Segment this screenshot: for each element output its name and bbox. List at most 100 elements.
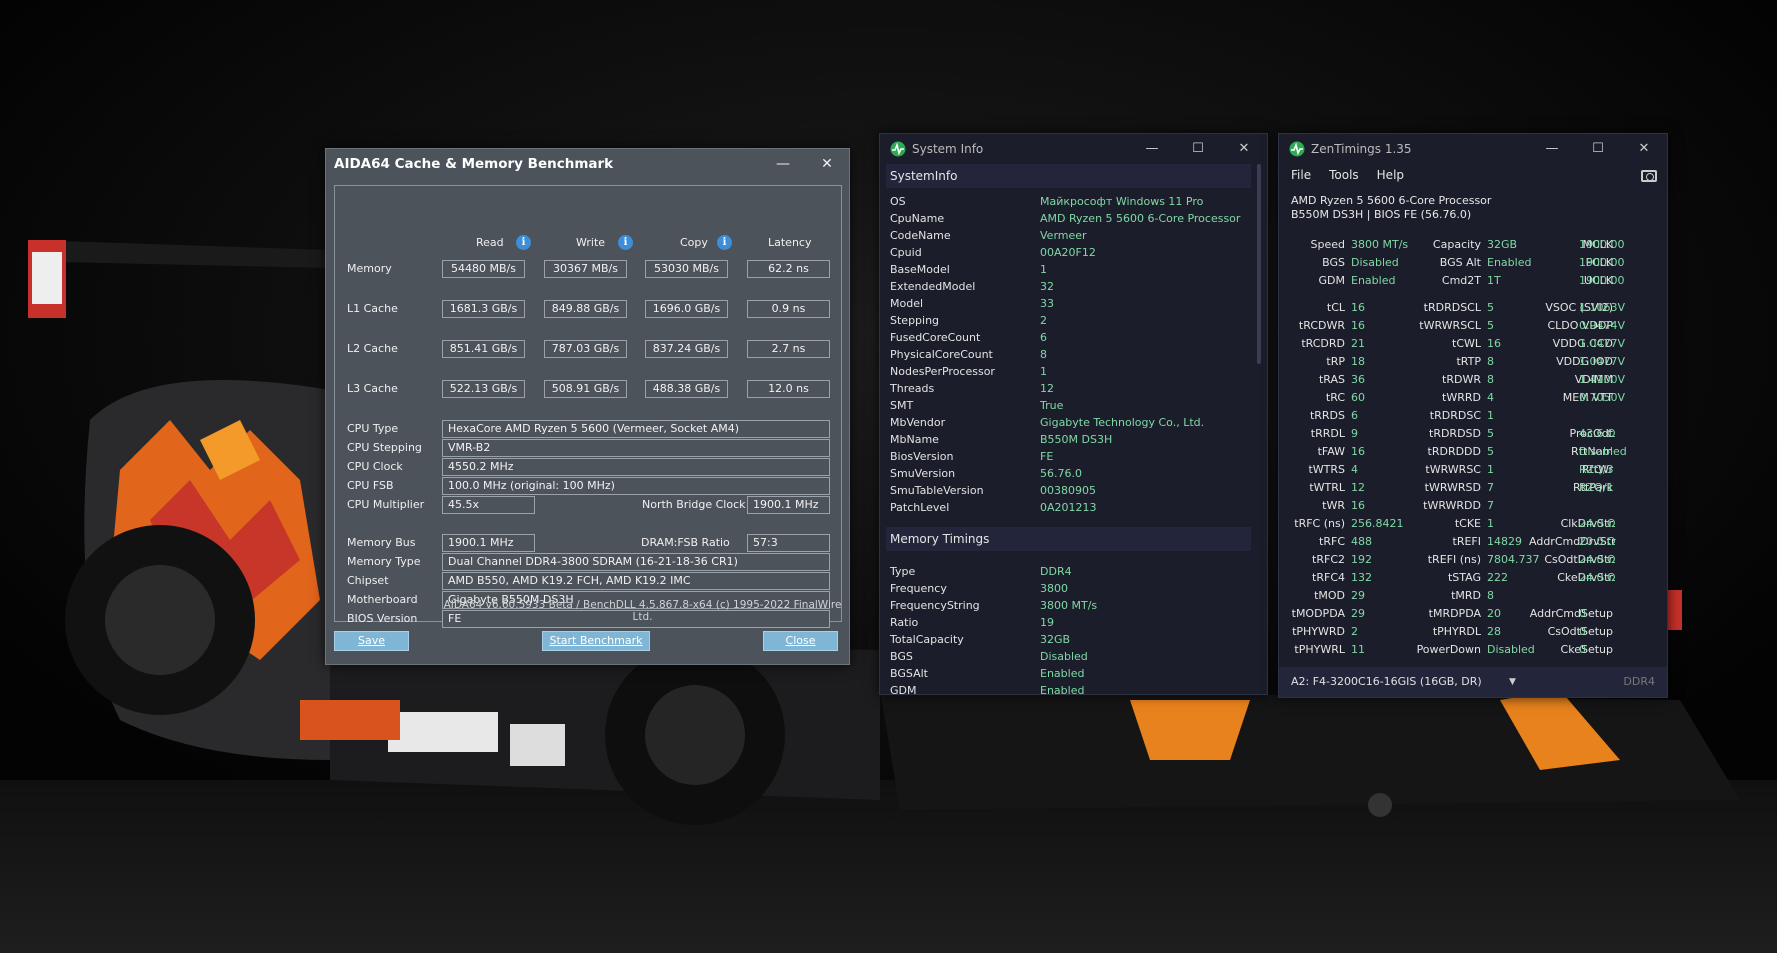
memory-read-value: 54480 MB/s <box>442 260 525 278</box>
timing-label: tWRWRDD <box>1423 499 1481 512</box>
aida64-benchmark-window: AIDA64 Cache & Memory Benchmark — ✕ Read… <box>325 148 850 665</box>
timing-value: Disabled <box>1351 256 1399 269</box>
timing-row: tRFC4 132 tSTAG 222 CkeDrvStr 24.0 Ω <box>1279 569 1669 587</box>
start-benchmark-button[interactable]: Start Benchmark <box>542 631 650 651</box>
systeminfo-key: Stepping <box>890 314 940 327</box>
cpu-type-value: HexaCore AMD Ryzen 5 5600 (Vermeer, Sock… <box>442 420 830 438</box>
timing-label: CkeSetup <box>1560 643 1613 656</box>
memory-timing-value: 3800 MT/s <box>1040 599 1098 612</box>
minimize-icon[interactable]: — <box>1529 141 1575 156</box>
timing-value: 8 <box>1487 373 1494 386</box>
systeminfo-key: NodesPerProcessor <box>890 365 995 378</box>
memory-timing-value: Enabled <box>1040 667 1085 680</box>
close-icon[interactable]: ✕ <box>1621 141 1667 156</box>
systeminfo-value: 00380905 <box>1040 484 1096 497</box>
chipset-label: Chipset <box>347 574 389 587</box>
board-bios: B550M DS3H | BIOS FE (56.76.0) <box>1291 208 1472 221</box>
timing-value: 20.0 Ω <box>1579 535 1616 548</box>
chevron-down-icon[interactable]: ▼ <box>1509 667 1516 697</box>
systeminfo-value: AMD Ryzen 5 5600 6-Core Processor <box>1040 212 1241 225</box>
timing-value: 5 <box>1487 427 1494 440</box>
memory-timing-row: BGSAlt Enabled <box>890 665 1097 682</box>
systeminfo-value: FE <box>1040 450 1054 463</box>
timing-value: 9 <box>1351 427 1358 440</box>
screenshot-camera-icon[interactable] <box>1641 170 1657 182</box>
minimize-icon[interactable]: — <box>761 156 805 172</box>
bench-row-label: Memory <box>347 262 392 275</box>
systeminfo-row: PatchLevel 0A201213 <box>890 499 1240 516</box>
timing-label: AddrCmdSetup <box>1529 607 1613 620</box>
menu-file[interactable]: File <box>1291 168 1311 182</box>
timing-label: tRP <box>1326 355 1345 368</box>
scrollbar[interactable] <box>1257 164 1261 364</box>
systeminfo-value: 8 <box>1040 348 1047 361</box>
memory-timing-value: DDR4 <box>1040 565 1072 578</box>
systeminfo-value: 0A201213 <box>1040 501 1097 514</box>
l1-latency-value: 0.9 ns <box>747 300 830 318</box>
memory-timing-row: Type DDR4 <box>890 563 1097 580</box>
maximize-icon[interactable]: ☐ <box>1175 141 1221 156</box>
systeminfo-row: Threads 12 <box>890 380 1240 397</box>
timing-label: GDM <box>1318 274 1346 287</box>
close-button[interactable]: Close <box>763 631 838 651</box>
save-button[interactable]: Save <box>334 631 409 651</box>
timing-value: 18 <box>1351 355 1365 368</box>
timing-value: 14829 <box>1487 535 1522 548</box>
zentimings-window: ZenTimings 1.35 — ☐ ✕ File Tools Help AM… <box>1278 133 1668 698</box>
system-info-window: System Info — ☐ ✕ SystemInfo OS Майкрософ… <box>879 133 1268 695</box>
systeminfo-row: Model 33 <box>890 295 1240 312</box>
timing-value: 0 <box>1579 643 1586 656</box>
systeminfo-row: PhysicalCoreCount 8 <box>890 346 1240 363</box>
minimize-icon[interactable]: — <box>1129 141 1175 156</box>
menu-help[interactable]: Help <box>1377 168 1404 182</box>
systeminfo-key: CodeName <box>890 229 951 242</box>
timing-value: 24.0 Ω <box>1579 517 1616 530</box>
systeminfo-value: 12 <box>1040 382 1054 395</box>
systeminfo-row: SMT True <box>890 397 1240 414</box>
timing-label: Capacity <box>1432 238 1481 251</box>
timing-value: 1 <box>1487 463 1494 476</box>
timing-value: 488 <box>1351 535 1372 548</box>
timing-row: tRFC (ns) 256.8421 tCKE 1 ClkDrvStr 24.0 Ω <box>1279 515 1669 533</box>
systeminfo-row: SmuVersion 56.76.0 <box>890 465 1240 482</box>
read-info-icon[interactable]: i <box>516 235 531 250</box>
bench-row-label: L3 Cache <box>347 382 398 395</box>
memory-timing-row: GDM Enabled <box>890 682 1097 694</box>
aida-title: AIDA64 Cache & Memory Benchmark <box>334 155 614 172</box>
maximize-icon[interactable]: ☐ <box>1575 141 1621 156</box>
memory-timing-value: 19 <box>1040 616 1054 629</box>
copy-info-icon[interactable]: i <box>717 235 732 250</box>
timing-value: 4 <box>1487 391 1494 404</box>
cpu-info: AMD Ryzen 5 5600 6-Core Processor B550M … <box>1291 194 1491 222</box>
timing-label: BGS <box>1322 256 1345 269</box>
timing-label: tRFC2 <box>1312 553 1345 566</box>
cpu-type-label: CPU Type <box>347 422 399 435</box>
timing-row: tCL 16 tRDRDSCL 5 VSOC (SVI2) 1.1063V <box>1279 299 1669 317</box>
timing-value: RZQ/3 <box>1579 463 1614 476</box>
timing-value: 16 <box>1351 301 1365 314</box>
timing-value: 24.0 Ω <box>1579 571 1616 584</box>
close-icon[interactable]: ✕ <box>805 156 849 172</box>
systeminfo-row: ExtendedModel 32 <box>890 278 1240 295</box>
l2-read-value: 851.41 GB/s <box>442 340 525 358</box>
l3-read-value: 522.13 GB/s <box>442 380 525 398</box>
timing-value: 1 <box>1487 409 1494 422</box>
timing-value: 1 <box>1487 517 1494 530</box>
timing-value: 16 <box>1351 499 1365 512</box>
write-info-icon[interactable]: i <box>618 235 633 250</box>
aida-title-bar: AIDA64 Cache & Memory Benchmark — ✕ <box>326 149 849 178</box>
timing-row: tRAS 36 tRDWR 8 VDIMM 1.4100V <box>1279 371 1669 389</box>
timing-value: 0 <box>1579 607 1586 620</box>
menu-tools[interactable]: Tools <box>1329 168 1359 182</box>
close-icon[interactable]: ✕ <box>1221 141 1267 156</box>
timing-value: 7 <box>1487 481 1494 494</box>
bench-row-label: L2 Cache <box>347 342 398 355</box>
dimm-selector[interactable]: A2: F4-3200C16-16GIS (16GB, DR) ▼ DDR4 <box>1279 667 1667 697</box>
systeminfo-value: 1 <box>1040 365 1047 378</box>
systeminfo-key: CpuName <box>890 212 945 225</box>
systeminfo-key: Cpuid <box>890 246 922 259</box>
systeminfo-key: Model <box>890 297 924 310</box>
timing-label: PowerDown <box>1416 643 1481 656</box>
timing-row: GDM Enabled Cmd2T 1T UCLK 1900.00 <box>1279 272 1669 290</box>
timing-row: tMODPDA 29 tMRDPDA 20 AddrCmdSetup 0 <box>1279 605 1669 623</box>
